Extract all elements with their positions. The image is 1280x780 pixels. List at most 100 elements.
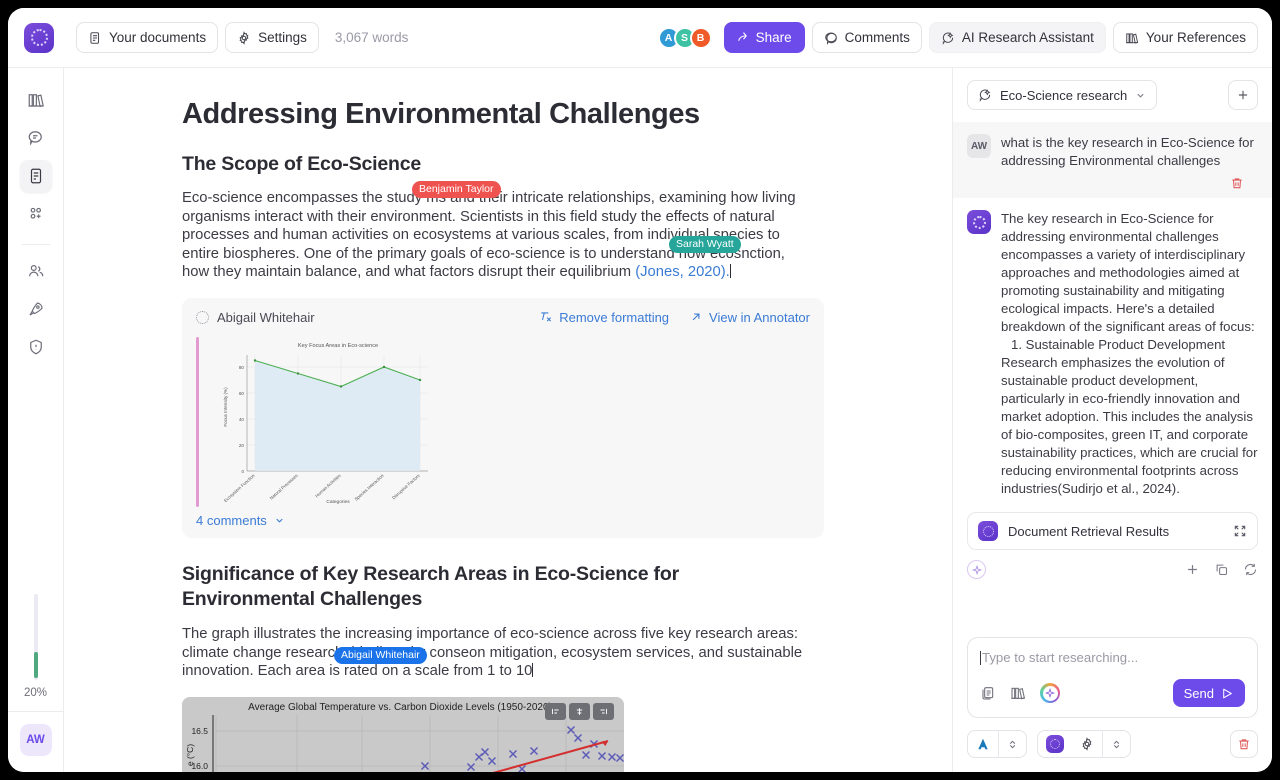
ai-research-assistant-button[interactable]: AI Research Assistant [929, 22, 1106, 53]
ai-message-body: The key research in Eco-Science for addr… [1001, 210, 1258, 498]
copy-icon[interactable] [1214, 562, 1229, 577]
sidebar-item-chat[interactable] [20, 122, 52, 154]
send-button[interactable]: Send [1173, 679, 1245, 707]
settings-label: Settings [258, 30, 307, 45]
app-logo-dotted-circle-icon [1046, 735, 1064, 753]
presence-tag-abigail-whitehair[interactable]: Abigail Whitehair [334, 647, 427, 664]
svg-text:Natural Processes: Natural Processes [269, 472, 300, 500]
sidebar-divider-bottom [8, 711, 63, 712]
app-logo-dotted-circle-icon [973, 216, 986, 229]
project-selector[interactable]: Eco-Science research [967, 80, 1157, 110]
left-sidebar: 20% AW [8, 68, 64, 772]
chart-alignment-toolbar[interactable] [545, 703, 614, 720]
view-in-annotator-button[interactable]: View in Annotator [689, 310, 810, 325]
delete-message-button[interactable] [967, 170, 1258, 190]
model-stepper-icon[interactable] [999, 731, 1026, 757]
ai-message-row: The key research in Eco-Science for addr… [967, 210, 1258, 498]
presence-tag-benjamin-taylor[interactable]: Benjamin Taylor [412, 181, 501, 198]
document-retrieval-results[interactable]: Document Retrieval Results [967, 512, 1258, 550]
page-title: Addressing Environmental Challenges [182, 98, 952, 131]
chart-xticklabels: Ecosystem Function Natural Processes Hum… [223, 472, 421, 503]
sidebar-item-documents[interactable] [20, 160, 52, 192]
agent-selector[interactable] [1037, 730, 1131, 758]
new-thread-button[interactable] [1228, 80, 1258, 110]
citation-jones-2020[interactable]: (Jones, 2020). [635, 264, 730, 280]
sidebar-divider [22, 244, 50, 245]
align-left-icon[interactable] [545, 703, 566, 720]
document-scroll-area[interactable]: Addressing Environmental Challenges The … [64, 68, 952, 772]
composer-wrapper: Type to start researching... [953, 627, 1272, 718]
chart-ylabel: Focus Intensity (%) [223, 387, 228, 427]
agent-stepper-icon[interactable] [1103, 731, 1130, 757]
svg-text:Human Activities: Human Activities [314, 472, 342, 498]
sidebar-item-add-items[interactable] [20, 198, 52, 230]
align-right-icon[interactable] [593, 703, 614, 720]
svg-text:Disruptive Factors: Disruptive Factors [391, 472, 421, 500]
agent-settings-gear-icon[interactable] [1072, 731, 1102, 757]
your-documents-button[interactable]: Your documents [76, 22, 218, 53]
paragraph-scope: Eco-science encompasses the study ms and… [182, 189, 814, 282]
chart-highlight-bar [196, 337, 199, 507]
panel-footer [953, 718, 1272, 772]
research-composer[interactable]: Type to start researching... [967, 637, 1258, 718]
align-center-icon[interactable] [569, 703, 590, 720]
remove-formatting-button[interactable]: Remove formatting [539, 310, 669, 325]
settings-button[interactable]: Settings [225, 22, 319, 53]
collapse-icon[interactable] [1233, 524, 1247, 538]
zoom-slider-thumb[interactable] [34, 652, 38, 678]
sidebar-item-security[interactable] [20, 331, 52, 363]
sparkle-inner [1043, 686, 1058, 701]
ai-research-panel: Eco-Science research AW what is the key … [952, 68, 1272, 772]
chart-card-header: Abigail Whitehair Remove formatting [196, 310, 810, 325]
plus-icon[interactable] [1185, 562, 1200, 577]
model-a-icon[interactable] [968, 731, 998, 757]
embedded-chart-card: Abigail Whitehair Remove formatting [182, 298, 824, 538]
library-icon [1125, 31, 1139, 45]
presence-tag-sarah-wyatt[interactable]: Sarah Wyatt [669, 236, 741, 253]
project-selector-label: Eco-Science research [1000, 88, 1127, 103]
chart-card-actions: Remove formatting View in Annotator [539, 310, 810, 325]
zoom-slider[interactable] [34, 594, 38, 680]
app-window: Your documents Settings 3,067 words A S … [8, 8, 1272, 772]
sparkle-icon[interactable] [967, 560, 986, 579]
sidebar-item-library[interactable] [20, 84, 52, 116]
paragraph-scope-part-a: Eco-science encompasses the study [182, 190, 426, 206]
user-avatar-button[interactable]: AW [20, 724, 52, 756]
sparkle-icon[interactable] [1040, 683, 1060, 703]
key-focus-areas-chart[interactable]: Key Focus Areas in Eco-science Focus Int… [213, 337, 473, 507]
comment-bubble-icon [824, 31, 838, 45]
composer-toolbar: Send [980, 679, 1245, 707]
research-input[interactable]: Type to start researching... [980, 650, 1245, 665]
ai-list-item-1: 1. Sustainable Product Development [1011, 336, 1258, 354]
ai-list-item-body: Research emphasizes the evolution of sus… [1001, 355, 1258, 496]
avatar[interactable]: B [690, 27, 712, 49]
comments-button[interactable]: Comments [812, 22, 922, 53]
temperature-co2-chart[interactable]: Average Global Temperature vs. Carbon Di… [182, 697, 624, 772]
share-button[interactable]: Share [724, 22, 805, 53]
library-icon[interactable] [1010, 685, 1026, 701]
sidebar-item-upgrade[interactable] [20, 293, 52, 325]
delete-thread-button[interactable] [1230, 730, 1258, 758]
clear-format-icon [539, 310, 553, 324]
conversation-thread[interactable]: AW what is the key research in Eco-Scien… [953, 122, 1272, 627]
ai-message-actions [1185, 562, 1258, 577]
your-references-label: Your References [1146, 30, 1246, 45]
assistant-bubble-icon [941, 31, 955, 45]
document-retrieval-results-label: Document Retrieval Results [1008, 524, 1169, 539]
assistant-avatar [967, 210, 991, 234]
sidebar-item-people[interactable] [20, 255, 52, 287]
refresh-icon[interactable] [1243, 562, 1258, 577]
model-selector[interactable] [967, 730, 1027, 758]
gear-icon [237, 31, 251, 45]
plus-icon [1236, 88, 1250, 102]
app-logo[interactable] [24, 23, 54, 53]
your-references-button[interactable]: Your References [1113, 22, 1258, 53]
agent-icon[interactable] [1038, 731, 1072, 757]
zoom-level-label: 20% [24, 687, 47, 699]
chart-card-comments-toggle[interactable]: 4 comments [196, 513, 810, 528]
external-link-icon [689, 310, 703, 324]
ai-message-toolbar [953, 550, 1272, 579]
app-logo-dotted-circle-icon [983, 526, 994, 537]
attach-document-icon[interactable] [980, 685, 996, 701]
app-logo-dotted-circle-icon [31, 29, 48, 46]
